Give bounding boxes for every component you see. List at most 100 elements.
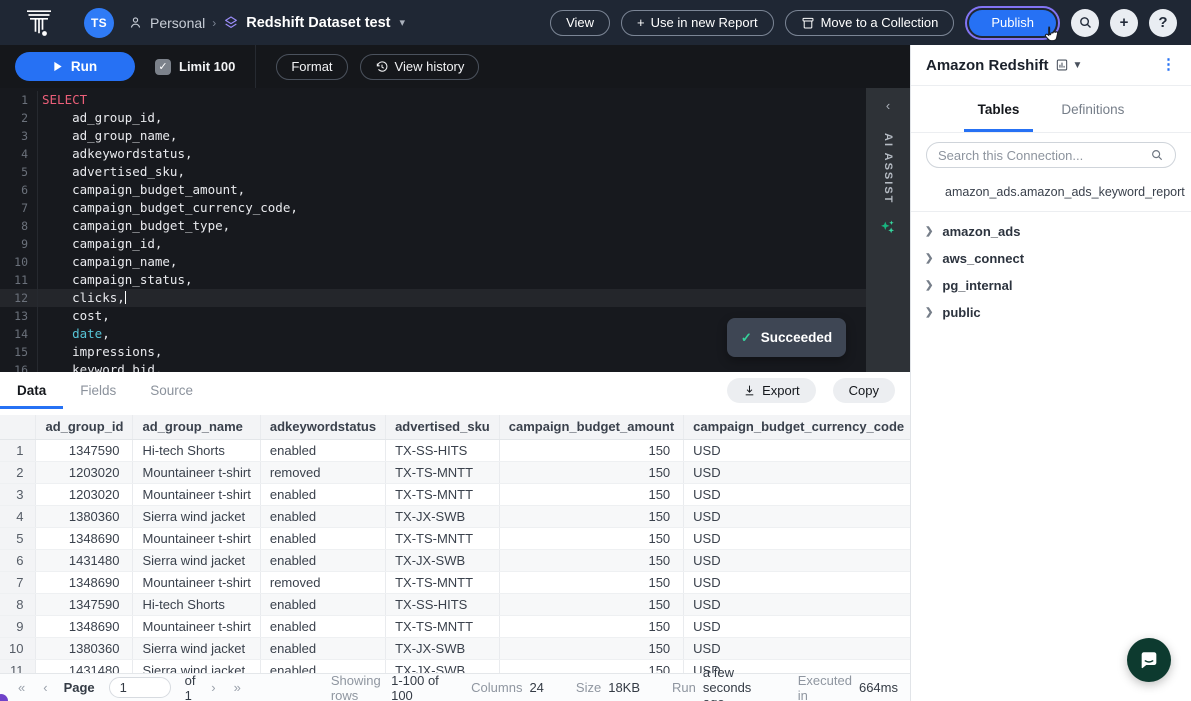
table-cell[interactable]: Sierra wind jacket [133,637,260,659]
code-line[interactable]: 5 advertised_sku, [0,163,866,181]
table-cell[interactable]: Hi-tech Shorts [133,593,260,615]
copy-button[interactable]: Copy [833,378,895,403]
table-cell[interactable]: TX-JX-SWB [386,549,500,571]
table-row[interactable]: 41380360Sierra wind jacketenabledTX-JX-S… [0,505,910,527]
code-line[interactable]: 12 clicks, [0,289,866,307]
next-page-icon[interactable]: › [205,680,221,695]
table-cell[interactable]: 1348690 [36,571,133,593]
table-cell[interactable]: USD [684,571,910,593]
app-logo-icon[interactable] [26,9,52,37]
table-cell[interactable]: USD [684,593,910,615]
page-input[interactable] [109,677,171,698]
run-button[interactable]: Run [15,52,135,81]
collapse-chevron-icon[interactable]: ‹ [886,98,890,113]
breadcrumb-workspace[interactable]: Personal [150,15,205,31]
schema-item-public[interactable]: ❯public [911,299,1191,326]
table-cell[interactable]: enabled [260,637,385,659]
table-row[interactable]: 61431480Sierra wind jacketenabledTX-JX-S… [0,549,910,571]
table-cell[interactable]: 1348690 [36,527,133,549]
table-cell[interactable]: 1380360 [36,637,133,659]
column-header[interactable]: adkeywordstatus [260,415,385,439]
table-cell[interactable]: USD [684,615,910,637]
schema-item-amazon_ads[interactable]: ❯amazon_ads [911,218,1191,245]
code-line[interactable]: 10 campaign_name, [0,253,866,271]
limit-checkbox[interactable]: ✓ [155,59,171,75]
chat-launcher-button[interactable] [1127,638,1171,682]
table-cell[interactable]: Mountaineer t-shirt [133,483,260,505]
table-cell[interactable]: 1431480 [36,659,133,673]
ai-assist-label[interactable]: AI ASSIST [882,133,894,204]
view-history-button[interactable]: View history [360,54,480,80]
table-cell[interactable]: enabled [260,439,385,461]
table-cell[interactable]: enabled [260,549,385,571]
format-button[interactable]: Format [276,54,347,80]
connection-search-input[interactable] [938,148,1142,163]
table-row[interactable]: 21203020Mountaineer t-shirtremovedTX-TS-… [0,461,910,483]
table-cell[interactable]: enabled [260,593,385,615]
table-cell[interactable]: 150 [499,615,683,637]
column-header[interactable]: campaign_budget_amount [499,415,683,439]
table-cell[interactable]: enabled [260,527,385,549]
sparkles-icon[interactable] [879,218,897,236]
tab-fields[interactable]: Fields [63,372,133,409]
table-cell[interactable]: Hi-tech Shorts [133,439,260,461]
page-title[interactable]: Redshift Dataset test [246,15,390,31]
table-cell[interactable]: Mountaineer t-shirt [133,461,260,483]
export-button[interactable]: Export [727,378,816,403]
table-row[interactable]: 51348690Mountaineer t-shirtenabledTX-TS-… [0,527,910,549]
table-cell[interactable]: 150 [499,659,683,673]
tab-source[interactable]: Source [133,372,210,409]
table-cell[interactable]: USD [684,549,910,571]
table-cell[interactable]: 1203020 [36,461,133,483]
table-cell[interactable]: Mountaineer t-shirt [133,571,260,593]
table-cell[interactable]: enabled [260,483,385,505]
column-header[interactable]: campaign_budget_currency_code [684,415,910,439]
table-cell[interactable]: USD [684,483,910,505]
table-row[interactable]: 71348690Mountaineer t-shirtremovedTX-TS-… [0,571,910,593]
column-header[interactable]: ad_group_name [133,415,260,439]
tab-tables[interactable]: Tables [964,86,1034,132]
table-cell[interactable]: 150 [499,461,683,483]
code-line[interactable]: 7 campaign_budget_currency_code, [0,199,866,217]
table-cell[interactable]: TX-TS-MNTT [386,571,500,593]
table-cell[interactable]: 150 [499,527,683,549]
table-cell[interactable]: TX-SS-HITS [386,593,500,615]
table-cell[interactable]: 1347590 [36,593,133,615]
tab-definitions[interactable]: Definitions [1047,86,1138,132]
table-cell[interactable]: TX-TS-MNTT [386,615,500,637]
view-button[interactable]: View [550,10,610,36]
table-row[interactable]: 101380360Sierra wind jacketenabledTX-JX-… [0,637,910,659]
table-row[interactable]: 31203020Mountaineer t-shirtenabledTX-TS-… [0,483,910,505]
table-cell[interactable]: enabled [260,615,385,637]
table-cell[interactable]: USD [684,439,910,461]
title-chevron-down-icon[interactable]: ▾ [400,16,406,29]
code-line[interactable]: 4 adkeywordstatus, [0,145,866,163]
code-line[interactable]: 8 campaign_budget_type, [0,217,866,235]
table-cell[interactable]: removed [260,461,385,483]
table-cell[interactable]: USD [684,637,910,659]
new-item-button[interactable]: + [1110,9,1138,37]
table-cell[interactable]: TX-TS-MNTT [386,461,500,483]
table-cell[interactable]: TX-JX-SWB [386,659,500,673]
connection-chevron-down-icon[interactable]: ▼ [1073,60,1083,71]
search-button[interactable] [1071,9,1099,37]
pinned-table-item[interactable]: amazon_ads.amazon_ads_keyword_report [911,174,1191,209]
code-line[interactable]: 11 campaign_status, [0,271,866,289]
table-cell[interactable]: 150 [499,637,683,659]
table-cell[interactable]: 1380360 [36,505,133,527]
table-cell[interactable]: 1431480 [36,549,133,571]
user-avatar[interactable]: TS [84,8,114,38]
table-cell[interactable]: enabled [260,659,385,673]
code-line[interactable]: 16 keyword_bid, [0,361,866,372]
table-cell[interactable]: TX-SS-HITS [386,439,500,461]
table-cell[interactable]: USD [684,505,910,527]
table-cell[interactable]: USD [684,527,910,549]
table-cell[interactable]: Mountaineer t-shirt [133,615,260,637]
table-cell[interactable]: 150 [499,439,683,461]
publish-button[interactable]: Publish [969,10,1056,36]
table-cell[interactable]: 150 [499,505,683,527]
table-cell[interactable]: Sierra wind jacket [133,659,260,673]
connection-title[interactable]: Amazon Redshift [926,57,1049,74]
column-header[interactable]: ad_group_id [36,415,133,439]
table-cell[interactable]: Sierra wind jacket [133,505,260,527]
